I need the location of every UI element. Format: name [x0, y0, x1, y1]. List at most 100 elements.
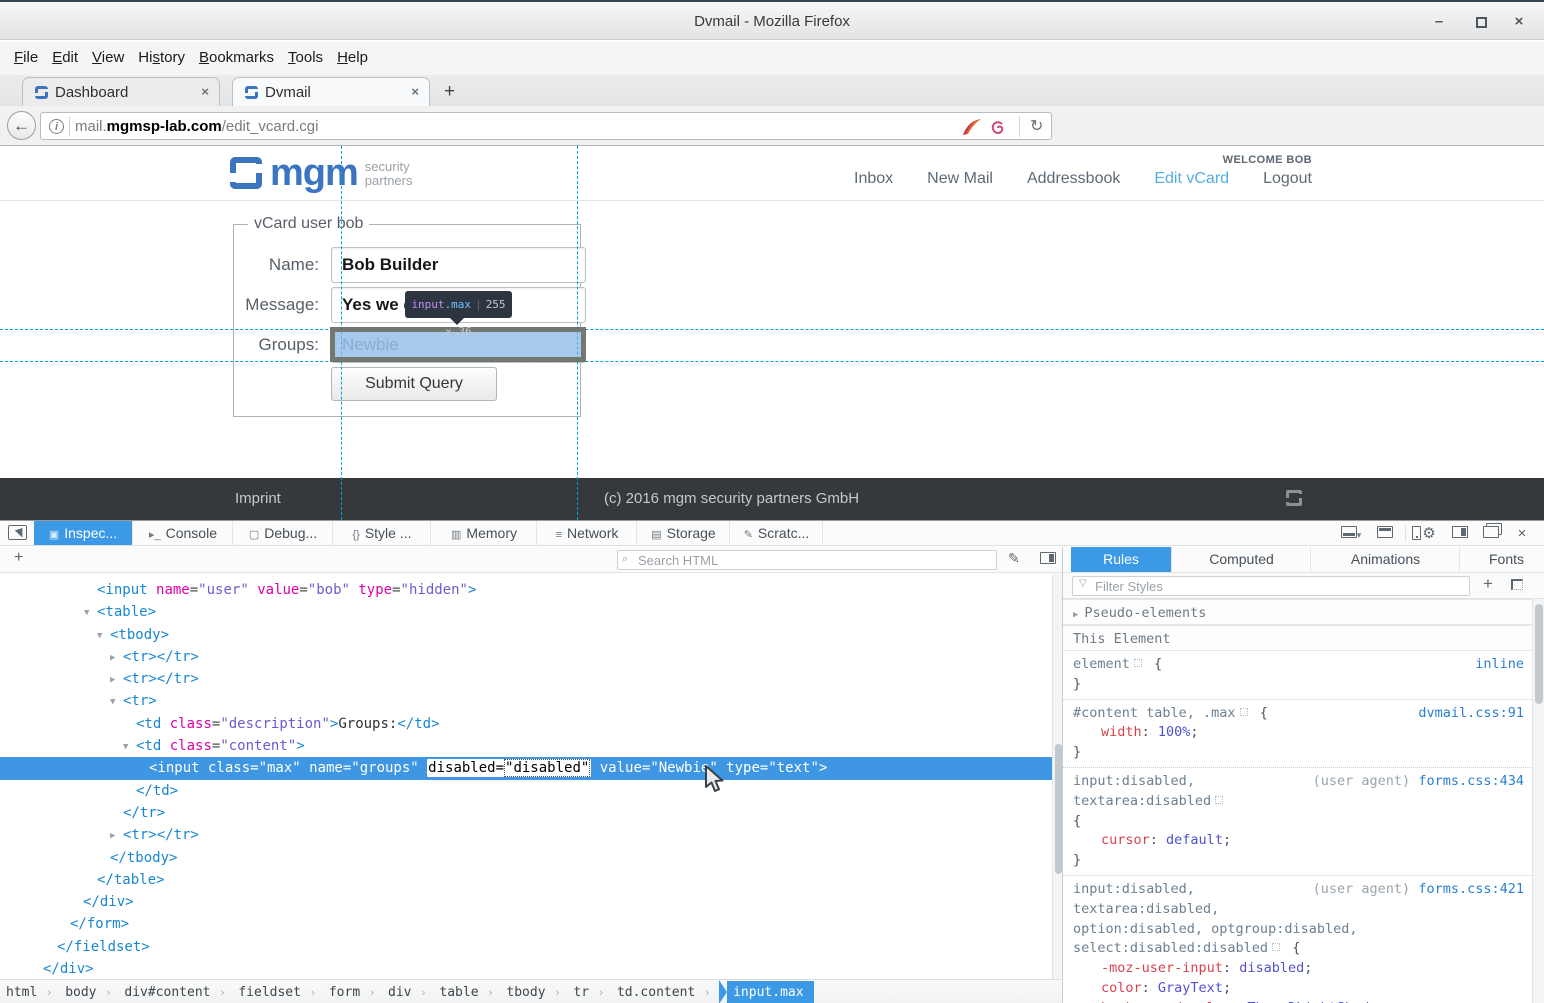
- markup-node[interactable]: ▼<tbody>: [0, 624, 1052, 646]
- devtools-tab-debug[interactable]: ▢Debug...: [234, 521, 333, 545]
- devtools-tab-memory[interactable]: ▥Memory: [432, 521, 537, 545]
- css-rule[interactable]: input:disabled,forms.css:421(user agent)…: [1063, 876, 1532, 1003]
- feather-icon[interactable]: [961, 117, 983, 142]
- stylesheet-link[interactable]: forms.css:434: [1418, 772, 1524, 792]
- menu-bookmarks[interactable]: Bookmarks: [199, 49, 274, 66]
- breadcrumb-item[interactable]: table: [439, 981, 478, 1003]
- edit-pen-icon[interactable]: ✎: [1008, 550, 1020, 567]
- markup-node[interactable]: ▼<td class="content">: [0, 735, 1052, 757]
- css-declaration[interactable]: cursor: default;: [1073, 831, 1524, 851]
- breadcrumb-item[interactable]: fieldset: [238, 981, 301, 1003]
- twisty-expanded-icon[interactable]: ▼: [97, 625, 102, 647]
- breadcrumb-item[interactable]: tbody: [506, 981, 545, 1003]
- attribute-editor[interactable]: disabled="disabled": [427, 759, 591, 777]
- breadcrumb-item[interactable]: body: [65, 981, 96, 1003]
- markup-node[interactable]: ▶<tr></tr>: [0, 646, 1052, 668]
- breadcrumb-item[interactable]: html: [6, 981, 37, 1003]
- breadcrumb-item-selected[interactable]: input.max: [727, 981, 813, 1003]
- css-rule[interactable]: #content table, .max {dvmail.css:91width…: [1063, 700, 1532, 768]
- breadcrumb-item[interactable]: div: [388, 981, 411, 1003]
- devtools-tab-network[interactable]: ≡Network: [538, 521, 637, 545]
- breadcrumb-item[interactable]: td.content: [617, 981, 695, 1003]
- rules-view[interactable]: ▶Pseudo-elementsThis Elementelement {inl…: [1063, 599, 1532, 1003]
- pick-element-icon[interactable]: [8, 525, 27, 540]
- rule-selector[interactable]: textarea:disabled,: [1073, 901, 1219, 917]
- devtools-close-icon[interactable]: ×: [1511, 526, 1533, 541]
- filter-styles-input[interactable]: [1072, 576, 1470, 596]
- rule-selector[interactable]: option:disabled, optgroup:disabled,: [1073, 921, 1357, 937]
- nav-inbox[interactable]: Inbox: [854, 170, 893, 188]
- css-rule[interactable]: input:disabled,forms.css:434(user agent)…: [1063, 768, 1532, 876]
- minimize-button[interactable]: –: [1426, 12, 1452, 32]
- browser-tab-dashboard[interactable]: Dashboard×: [22, 77, 220, 106]
- rules-scrollbar[interactable]: [1532, 599, 1544, 1003]
- search-html-input[interactable]: [617, 550, 997, 570]
- markup-node[interactable]: </table>: [0, 869, 1052, 891]
- menu-edit[interactable]: Edit: [52, 49, 78, 66]
- markup-node[interactable]: </div>: [0, 958, 1052, 979]
- markup-node[interactable]: <input name="user" value="bob" type="hid…: [0, 579, 1052, 601]
- sidebar-tab-computed[interactable]: Computed: [1173, 547, 1311, 572]
- devtools-settings-icon[interactable]: ⚙: [1418, 526, 1440, 541]
- css-declaration[interactable]: background-color: ThreeDLightShadow;: [1073, 999, 1524, 1003]
- scrollbar-thumb[interactable]: [1055, 744, 1062, 874]
- markup-node[interactable]: ▶<tr></tr>: [0, 668, 1052, 690]
- tab-close-icon[interactable]: ×: [411, 84, 419, 99]
- url-text[interactable]: mail.mgmsp-lab.com/edit_vcard.cgi: [75, 118, 318, 135]
- markup-node[interactable]: </tbody>: [0, 847, 1052, 869]
- rule-selector[interactable]: select:disabled:disabled: [1073, 940, 1268, 956]
- close-button[interactable]: ×: [1506, 12, 1532, 32]
- twisty-expanded-icon[interactable]: ▼: [84, 602, 89, 624]
- maximize-button[interactable]: [1468, 12, 1494, 32]
- twisty-collapsed-icon[interactable]: ▶: [110, 647, 115, 669]
- add-node-icon[interactable]: +: [14, 549, 23, 567]
- reload-icon[interactable]: ↻: [1019, 116, 1043, 137]
- pseudo-class-panel-icon[interactable]: [1511, 579, 1523, 590]
- tab-close-icon[interactable]: ×: [201, 84, 209, 99]
- url-bar[interactable]: i mail.mgmsp-lab.com/edit_vcard.cgi ↻: [40, 112, 1052, 140]
- markup-selected-node[interactable]: <input class="max" name="groups" disable…: [0, 757, 1052, 779]
- expand-pane-icon[interactable]: [1040, 552, 1056, 564]
- menu-tools[interactable]: Tools: [288, 49, 323, 66]
- breadcrumb-item[interactable]: tr: [573, 981, 589, 1003]
- devtools-tab-scratc[interactable]: ✎Scratc...: [731, 521, 823, 545]
- input-name[interactable]: Bob Builder: [331, 247, 586, 283]
- markup-view[interactable]: <input name="user" value="bob" type="hid…: [0, 574, 1052, 979]
- twisty-collapsed-icon[interactable]: ▶: [110, 669, 115, 691]
- css-declaration[interactable]: width: 100%;: [1073, 723, 1524, 743]
- markup-node[interactable]: <td class="description">Groups:</td>: [0, 713, 1052, 735]
- markup-node[interactable]: ▶<tr></tr>: [0, 824, 1052, 846]
- twisty-expanded-icon[interactable]: ▼: [123, 736, 128, 758]
- twisty-expanded-icon[interactable]: ▼: [110, 691, 115, 713]
- rule-selector[interactable]: element: [1073, 656, 1130, 672]
- spiral-icon[interactable]: [989, 119, 1007, 142]
- markup-scrollbar[interactable]: [1052, 574, 1062, 979]
- add-rule-icon[interactable]: +: [1483, 574, 1493, 594]
- scrollbar-thumb[interactable]: [1535, 604, 1543, 704]
- css-declaration[interactable]: color: GrayText;: [1073, 979, 1524, 999]
- markup-node[interactable]: </tr>: [0, 802, 1052, 824]
- sidebar-tab-rules[interactable]: Rules: [1071, 547, 1172, 572]
- rule-selector[interactable]: input:disabled,: [1073, 773, 1195, 789]
- stylesheet-link[interactable]: forms.css:421: [1418, 880, 1524, 900]
- breadcrumb-item[interactable]: form: [329, 981, 360, 1003]
- markup-node[interactable]: </form>: [0, 913, 1052, 935]
- submit-query-button[interactable]: Submit Query: [331, 367, 497, 401]
- devtools-tab-storage[interactable]: ▤Storage: [638, 521, 730, 545]
- markup-node[interactable]: ▼<table>: [0, 601, 1052, 623]
- nav-edit-vcard[interactable]: Edit vCard: [1154, 170, 1229, 188]
- markup-node[interactable]: </fieldset>: [0, 936, 1052, 958]
- imprint-link[interactable]: Imprint: [235, 490, 281, 507]
- split-console-icon[interactable]: [1374, 526, 1396, 541]
- nav-logout[interactable]: Logout: [1263, 170, 1312, 188]
- site-info-icon[interactable]: i: [49, 119, 64, 134]
- pseudo-elements-header[interactable]: ▶Pseudo-elements: [1063, 599, 1532, 625]
- markup-node[interactable]: </div>: [0, 891, 1052, 913]
- devtools-tab-style[interactable]: {}Style ...: [334, 521, 431, 545]
- css-rule[interactable]: element {inline}: [1063, 651, 1532, 700]
- breadcrumb-item[interactable]: div#content: [124, 981, 210, 1003]
- twisty-collapsed-icon[interactable]: ▶: [110, 825, 115, 847]
- rule-selector[interactable]: #content table, .max: [1073, 705, 1236, 721]
- sidebar-tab-fonts[interactable]: Fonts: [1461, 547, 1544, 572]
- rule-selector[interactable]: textarea:disabled: [1073, 793, 1211, 809]
